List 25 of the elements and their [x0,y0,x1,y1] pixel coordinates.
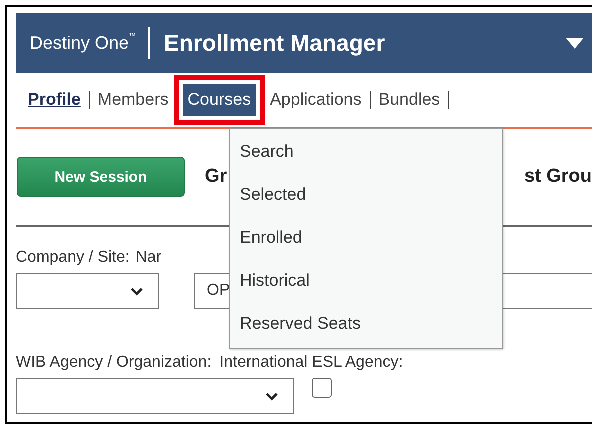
field-label: Company / Site: [16,249,130,267]
menu-item[interactable]: Enrolled [230,216,502,259]
new-session-button[interactable]: New Session [17,157,185,197]
nav-link[interactable]: Members [98,90,169,110]
dropdown-icon[interactable] [566,38,584,48]
nav-link[interactable]: Profile [28,90,81,110]
company-select[interactable] [16,273,159,309]
field-label: WIB Agency / Organization: [16,354,212,372]
menu-item[interactable]: Search [230,130,502,173]
menu-item[interactable]: Selected [230,173,502,216]
menu-item[interactable]: Historical [230,259,502,302]
nav-link[interactable]: Applications [270,90,362,110]
chevron-icon [130,286,144,296]
nav-link[interactable]: Bundles [378,90,440,110]
app-title: Enrollment Manager [164,30,386,56]
group-heading: Gr [205,166,228,188]
nav-link[interactable]: Courses [182,84,256,116]
agency-select[interactable] [16,378,294,414]
group-heading: st Grou [524,166,592,188]
field-label: Nar [136,249,162,267]
menu-item[interactable]: Reserved Seats [230,302,502,345]
esl-checkbox[interactable] [312,378,332,398]
field-label: International ESL Agency: [220,354,404,372]
chevron-icon [265,392,279,400]
input-value: OP [207,282,230,300]
